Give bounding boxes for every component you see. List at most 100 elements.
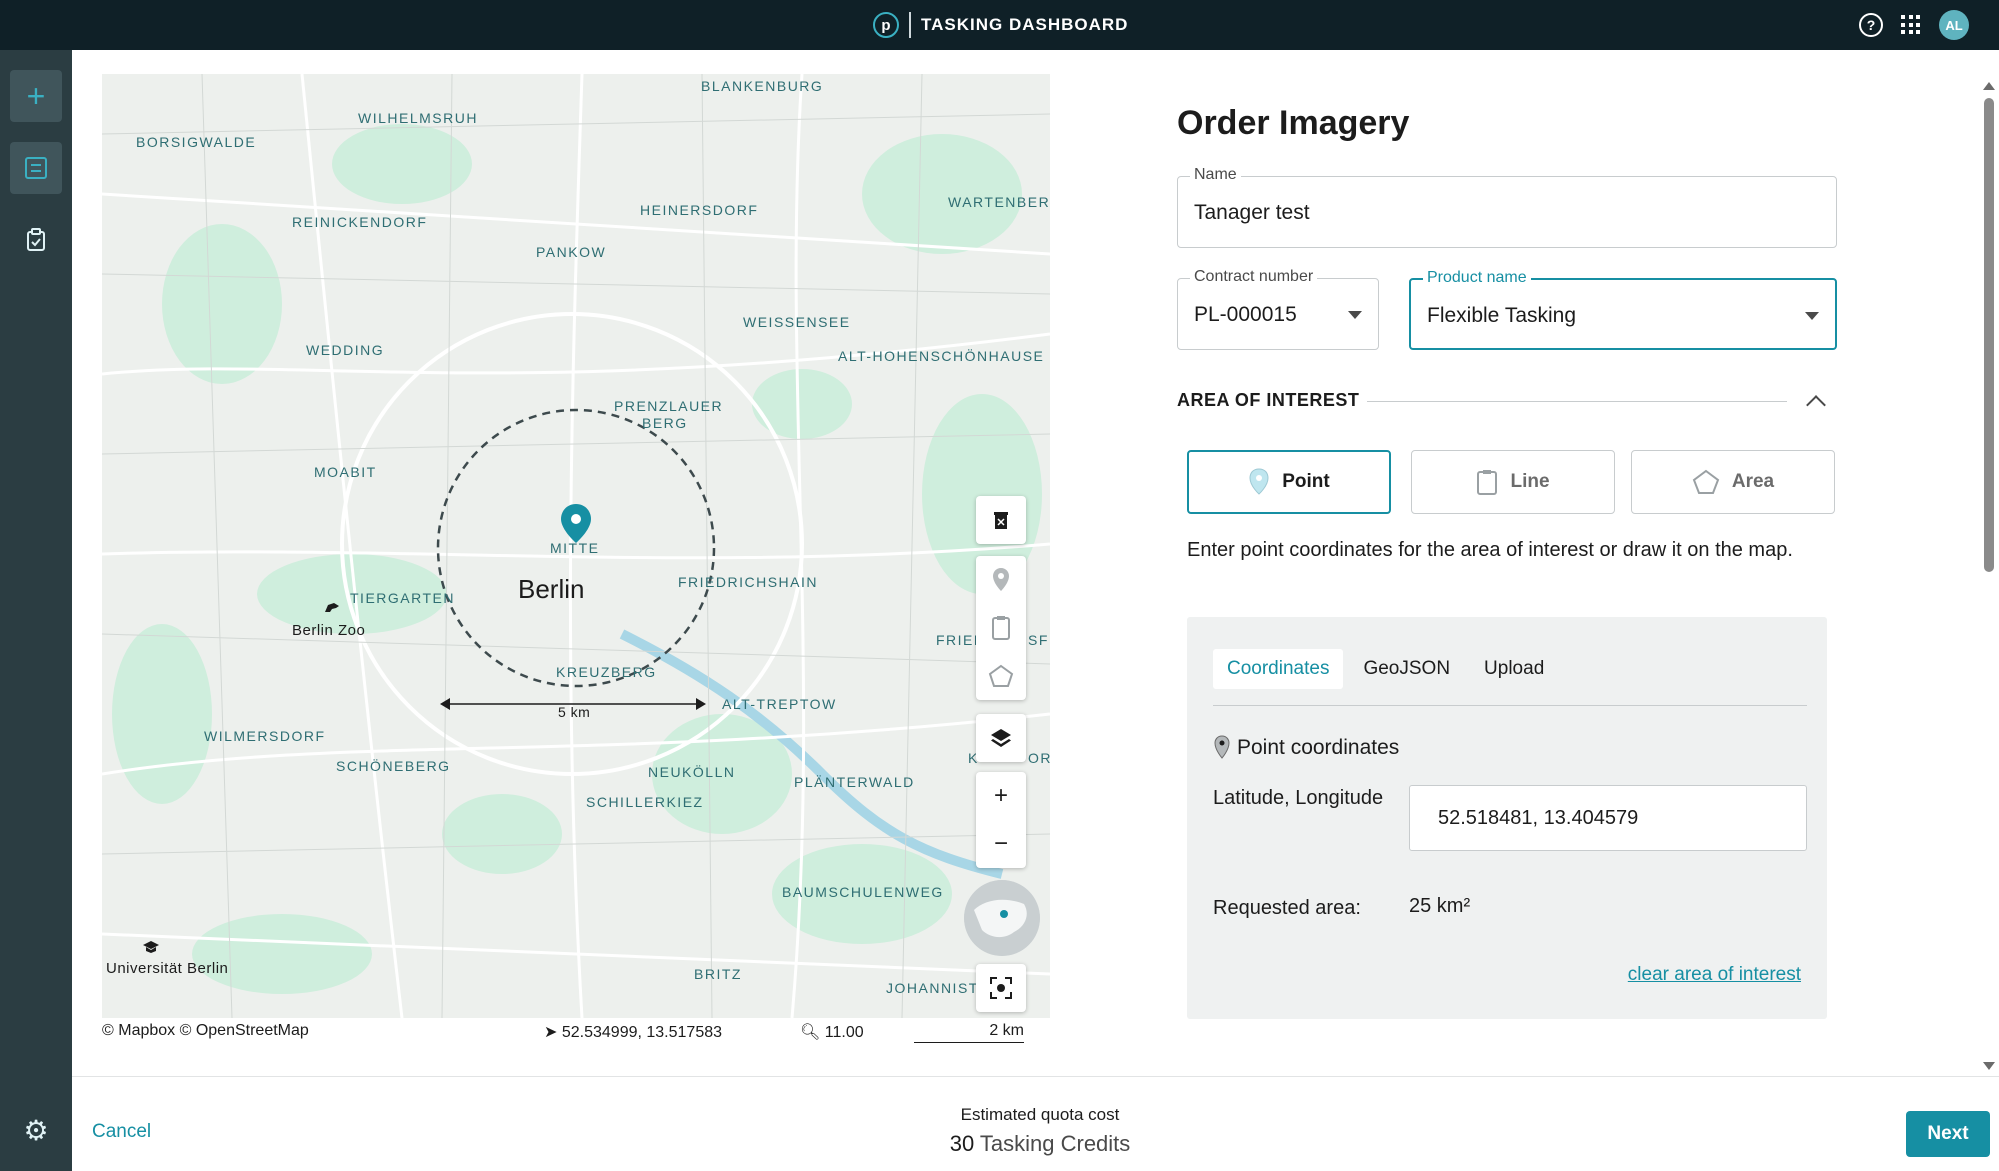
map-attribution[interactable]: © Mapbox © OpenStreetMap bbox=[102, 1022, 309, 1040]
next-button[interactable]: Next bbox=[1906, 1111, 1990, 1157]
globe-minimap[interactable] bbox=[964, 880, 1040, 956]
avatar[interactable]: AL bbox=[1939, 10, 1969, 40]
map-canvas[interactable]: BLANKENBURG WILHELMSRUH BORSIGWALDE HEIN… bbox=[102, 74, 1050, 1018]
orders-button[interactable] bbox=[10, 142, 62, 194]
map-label: BORSIGWALDE bbox=[136, 134, 257, 150]
draw-point-button[interactable] bbox=[976, 556, 1026, 604]
zoom-readout: 🔍︎ 11.00 bbox=[800, 1022, 864, 1042]
plus-icon: + bbox=[993, 782, 1008, 809]
geometry-line-label: Line bbox=[1510, 471, 1550, 492]
aoi-title: AREA OF INTEREST bbox=[1177, 390, 1360, 410]
quota-estimate: Estimated quota cost 30 Tasking Credits bbox=[940, 1105, 1140, 1157]
geometry-area-label: Area bbox=[1731, 471, 1775, 492]
cancel-button[interactable]: Cancel bbox=[92, 1121, 151, 1143]
pin-icon bbox=[1249, 468, 1269, 495]
product-name-value: Flexible Tasking bbox=[1427, 304, 1577, 327]
navigation-arrow-icon: ➤ bbox=[544, 1024, 562, 1041]
contract-number-label: Contract number bbox=[1190, 268, 1318, 286]
map-label: PLÄNTERWALD bbox=[794, 774, 915, 790]
map-label: BLANKENBURG bbox=[701, 78, 824, 94]
minus-icon: − bbox=[993, 830, 1008, 857]
tab-geojson[interactable]: GeoJSON bbox=[1349, 649, 1464, 689]
map-label: BAUMSCHULENWEG bbox=[782, 884, 944, 900]
map-label: TIERGARTEN bbox=[350, 590, 455, 606]
scroll-up-arrow-icon[interactable] bbox=[1983, 82, 1995, 90]
settings-button[interactable]: ⚙ bbox=[10, 1104, 62, 1156]
name-field-value[interactable]: Tanager test bbox=[1194, 201, 1310, 225]
coordinates-panel: Coordinates GeoJSON Upload Point coordin… bbox=[1187, 617, 1827, 1019]
map-label: SCHÖNEBERG bbox=[336, 758, 451, 774]
delete-drawing-button[interactable] bbox=[976, 496, 1026, 544]
clipboard-button[interactable] bbox=[10, 214, 62, 266]
pin-icon bbox=[993, 568, 1009, 591]
pin-icon bbox=[1214, 735, 1230, 759]
scroll-down-arrow-icon[interactable] bbox=[1983, 1062, 1995, 1070]
help-icon[interactable]: ? bbox=[1859, 13, 1883, 37]
polygon-icon bbox=[988, 664, 1014, 687]
map-label: JOHANNIST bbox=[886, 980, 979, 996]
line-icon bbox=[992, 616, 1010, 640]
chevron-down-icon bbox=[1805, 312, 1819, 320]
cursor-coordinates: ➤ 52.534999, 13.517583 bbox=[544, 1022, 722, 1042]
map-label: WEDDING bbox=[306, 342, 385, 358]
geometry-point-label: Point bbox=[1282, 471, 1330, 492]
zoom-in-button[interactable]: + bbox=[976, 772, 1026, 820]
draw-line-button[interactable] bbox=[976, 604, 1026, 652]
apps-grid-icon[interactable] bbox=[1901, 15, 1921, 35]
map-label: ALT-TREPTOW bbox=[722, 696, 837, 712]
map-label: MOABIT bbox=[314, 464, 377, 480]
clear-aoi-link[interactable]: clear area of interest bbox=[1628, 964, 1801, 986]
quota-label: Estimated quota cost bbox=[960, 1105, 1120, 1124]
product-name-select[interactable]: Product name Flexible Tasking bbox=[1409, 269, 1837, 350]
map-footer: © Mapbox © OpenStreetMap ➤ 52.534999, 13… bbox=[102, 1022, 1050, 1044]
latlon-input[interactable]: 52.518481, 13.404579 bbox=[1409, 785, 1807, 851]
geometry-point-button[interactable]: Point bbox=[1187, 450, 1391, 514]
geometry-area-button[interactable]: Area bbox=[1631, 450, 1835, 514]
map-label: PRENZLAUER bbox=[614, 398, 724, 414]
point-coordinates-heading: Point coordinates bbox=[1213, 735, 1399, 761]
name-field[interactable]: Name Tanager test bbox=[1177, 166, 1837, 248]
zoom-out-button[interactable]: − bbox=[976, 820, 1026, 868]
map-label: KREUZBERG bbox=[556, 664, 657, 680]
divider bbox=[1367, 401, 1787, 402]
product-name-label: Product name bbox=[1423, 269, 1531, 287]
layers-button[interactable] bbox=[976, 714, 1026, 762]
map-control-draw bbox=[976, 556, 1026, 700]
zoom-value: 11.00 bbox=[824, 1024, 864, 1041]
new-order-button[interactable]: + bbox=[10, 70, 62, 122]
map-label: BRITZ bbox=[694, 966, 742, 982]
map-label: WARTENBERG bbox=[948, 194, 1050, 210]
quota-number: 30 bbox=[949, 1131, 975, 1156]
line-icon bbox=[1477, 470, 1498, 495]
focus-icon bbox=[990, 977, 1012, 999]
tab-coordinates[interactable]: Coordinates bbox=[1213, 649, 1344, 689]
page-title: Order Imagery bbox=[1177, 104, 1410, 142]
scrollbar-thumb[interactable] bbox=[1984, 98, 1994, 572]
chevron-up-icon[interactable] bbox=[1806, 395, 1826, 415]
map-label: HEINERSDORF bbox=[640, 202, 759, 218]
latlon-label: Latitude, Longitude bbox=[1213, 787, 1384, 809]
map-label: NEUKÖLLN bbox=[648, 764, 736, 780]
map-label: WILMERSDORF bbox=[204, 728, 326, 744]
university-icon bbox=[143, 941, 159, 953]
tab-upload[interactable]: Upload bbox=[1470, 649, 1558, 689]
map-label: OR bbox=[1028, 750, 1050, 766]
draw-area-button[interactable] bbox=[976, 652, 1026, 700]
bottom-action-bar: Cancel Estimated quota cost 30 Tasking C… bbox=[72, 1076, 1999, 1171]
contract-number-select[interactable]: Contract number PL-000015 bbox=[1177, 268, 1379, 350]
globe-icon bbox=[964, 880, 1040, 956]
city-label: Berlin bbox=[518, 574, 585, 604]
cursor-coordinates-value: 52.534999, 13.517583 bbox=[561, 1024, 723, 1041]
orders-list-icon bbox=[25, 157, 47, 179]
fit-bounds-button[interactable] bbox=[976, 964, 1026, 1012]
trash-icon bbox=[994, 512, 1008, 529]
divider bbox=[1213, 705, 1807, 706]
aoi-section-header[interactable]: AREA OF INTEREST bbox=[1177, 390, 1837, 415]
quota-value: 30 Tasking Credits bbox=[940, 1131, 1140, 1157]
chevron-down-icon bbox=[1348, 311, 1362, 319]
geometry-line-button[interactable]: Line bbox=[1411, 450, 1615, 514]
map-control-fit bbox=[976, 964, 1026, 1012]
map-label: WILHELMSRUH bbox=[358, 110, 478, 126]
map-label: SFE bbox=[1028, 632, 1050, 648]
radius-label: 5 km bbox=[558, 704, 591, 720]
